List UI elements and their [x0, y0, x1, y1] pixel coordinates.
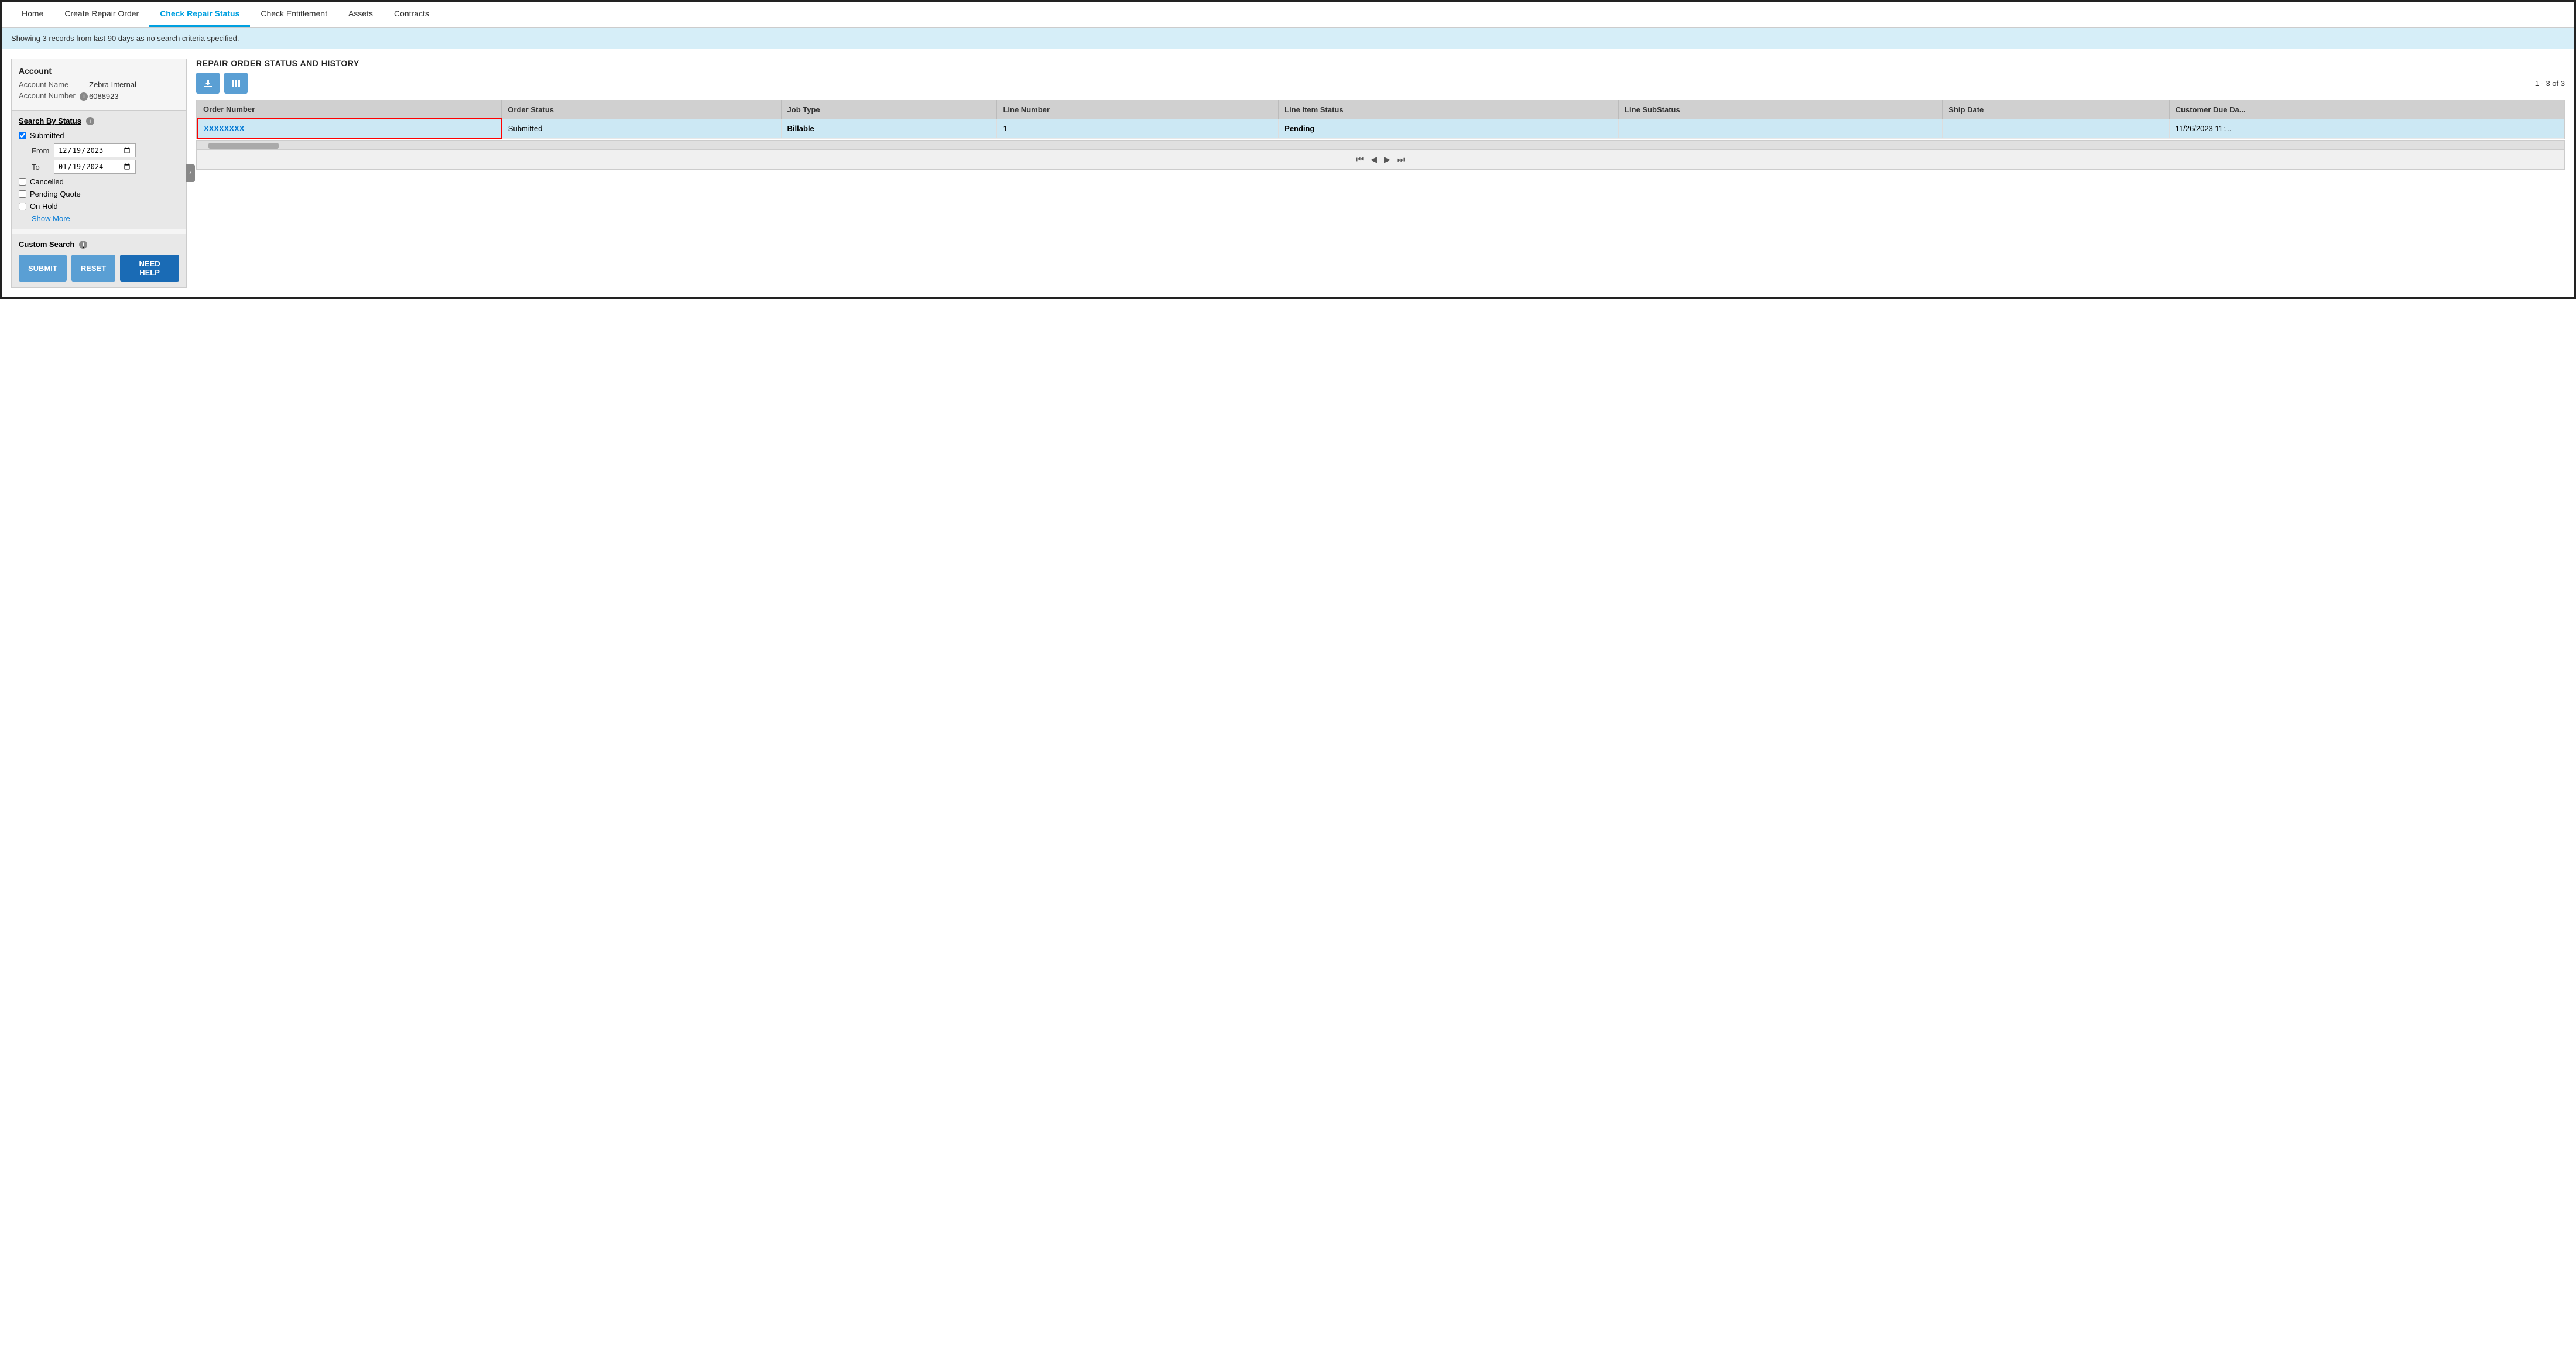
on-hold-label: On Hold [30, 202, 58, 211]
reset-button[interactable]: RESET [71, 255, 115, 282]
pending-quote-checkbox-row: Pending Quote [19, 190, 179, 198]
col-line-item-status: Line Item Status [1279, 100, 1619, 119]
cancelled-checkbox[interactable] [19, 178, 26, 186]
collapse-arrow[interactable]: ‹ [186, 164, 195, 182]
account-header: Account [19, 66, 179, 76]
record-count: 1 - 3 of 3 [2535, 79, 2565, 88]
col-job-type: Job Type [781, 100, 997, 119]
cancelled-label: Cancelled [30, 177, 64, 186]
custom-search-header: Custom Search i [19, 240, 179, 249]
custom-search-info-icon[interactable]: i [79, 241, 87, 249]
left-panel: Account Account Name Zebra Internal Acco… [11, 59, 187, 288]
download-button[interactable] [196, 73, 220, 94]
table-header-row: Order Number Order Status Job Type Line … [197, 100, 2564, 119]
nav-tab-create-repair-order[interactable]: Create Repair Order [54, 2, 149, 27]
account-name-label: Account Name [19, 80, 89, 89]
cell-line-substatus [1619, 119, 1943, 138]
cell-order-status: Submitted [502, 119, 781, 138]
col-line-substatus: Line SubStatus [1619, 100, 1943, 119]
cell-job-type: Billable [781, 119, 997, 138]
pagination: ⏮ ◀ ▶ ⏭ [196, 150, 2565, 170]
section-title: REPAIR ORDER STATUS AND HISTORY [196, 59, 359, 68]
pagination-prev-button[interactable]: ◀ [1371, 155, 1377, 164]
col-line-number: Line Number [997, 100, 1279, 119]
cancelled-checkbox-row: Cancelled [19, 177, 179, 186]
submit-button[interactable]: SUBMIT [19, 255, 67, 282]
nav-tab-contracts[interactable]: Contracts [383, 2, 440, 27]
nav-tab-home[interactable]: Home [11, 2, 54, 27]
account-number-row: Account Number i 6088923 [19, 91, 179, 101]
scroll-thumb [208, 143, 279, 149]
search-by-status-header: Search By Status i [19, 116, 179, 125]
col-order-status: Order Status [502, 100, 781, 119]
col-customer-due-date: Customer Due Da... [2169, 100, 2564, 119]
cell-line-number: 1 [997, 119, 1279, 138]
account-section: Account Account Name Zebra Internal Acco… [12, 59, 186, 110]
submitted-checkbox-row: Submitted [19, 131, 179, 140]
pagination-last-button[interactable]: ⏭ [1397, 155, 1405, 164]
account-name-value: Zebra Internal [89, 80, 136, 89]
pending-quote-checkbox[interactable] [19, 190, 26, 198]
to-label: To [32, 163, 49, 171]
to-date-row: To [32, 160, 179, 174]
account-number-value: 6088923 [89, 92, 119, 101]
from-label: From [32, 146, 49, 155]
show-more-link[interactable]: Show More [32, 214, 179, 223]
submitted-label: Submitted [30, 131, 64, 140]
account-number-info-icon[interactable]: i [80, 92, 88, 101]
pagination-first-button[interactable]: ⏮ [1356, 155, 1364, 164]
account-name-row: Account Name Zebra Internal [19, 80, 179, 89]
submitted-checkbox[interactable] [19, 132, 26, 139]
on-hold-checkbox-row: On Hold [19, 202, 179, 211]
custom-search-section: Custom Search i SUBMIT RESET NEED HELP [12, 234, 186, 287]
columns-icon [231, 78, 241, 88]
icon-buttons [196, 73, 248, 94]
account-number-label: Account Number i [19, 91, 89, 101]
right-top-bar: 1 - 3 of 3 [196, 73, 2565, 94]
horizontal-scrollbar[interactable] [196, 140, 2565, 150]
right-panel: REPAIR ORDER STATUS AND HISTORY [196, 59, 2565, 170]
pagination-next-button[interactable]: ▶ [1384, 155, 1390, 164]
table-wrapper: Order Number Order Status Job Type Line … [196, 100, 2565, 139]
nav-tab-assets[interactable]: Assets [338, 2, 383, 27]
col-order-number: Order Number [197, 100, 502, 119]
search-status-info-icon[interactable]: i [86, 117, 94, 125]
info-banner-text: Showing 3 records from last 90 days as n… [11, 34, 239, 43]
on-hold-checkbox[interactable] [19, 203, 26, 210]
from-date-row: From [32, 143, 179, 157]
download-icon [203, 78, 213, 88]
cell-line-item-status: Pending [1279, 119, 1619, 138]
table-header: Order Number Order Status Job Type Line … [197, 100, 2564, 119]
table-row[interactable]: XXXXXXXX Submitted Billable 1 Pending 11… [197, 119, 2564, 138]
columns-button[interactable] [224, 73, 248, 94]
from-date-input[interactable] [54, 143, 136, 157]
cell-ship-date [1943, 119, 2169, 138]
main-layout: Account Account Name Zebra Internal Acco… [2, 49, 2574, 297]
nav-tab-check-entitlement[interactable]: Check Entitlement [250, 2, 338, 27]
left-panel-wrapper: Account Account Name Zebra Internal Acco… [11, 59, 187, 288]
repair-orders-table: Order Number Order Status Job Type Line … [197, 100, 2564, 139]
search-by-status-section: Search By Status i Submitted From To [12, 110, 186, 229]
cell-order-number[interactable]: XXXXXXXX [197, 119, 502, 138]
action-button-row: SUBMIT RESET NEED HELP [19, 255, 179, 282]
table-body: XXXXXXXX Submitted Billable 1 Pending 11… [197, 119, 2564, 138]
pending-quote-label: Pending Quote [30, 190, 81, 198]
nav-tab-check-repair-status[interactable]: Check Repair Status [149, 2, 250, 27]
info-banner: Showing 3 records from last 90 days as n… [2, 28, 2574, 49]
col-ship-date: Ship Date [1943, 100, 2169, 119]
date-group: From To [32, 143, 179, 174]
need-help-button[interactable]: NEED HELP [120, 255, 179, 282]
cell-customer-due-date: 11/26/2023 11:... [2169, 119, 2564, 138]
nav-bar: HomeCreate Repair OrderCheck Repair Stat… [2, 2, 2574, 28]
to-date-input[interactable] [54, 160, 136, 174]
